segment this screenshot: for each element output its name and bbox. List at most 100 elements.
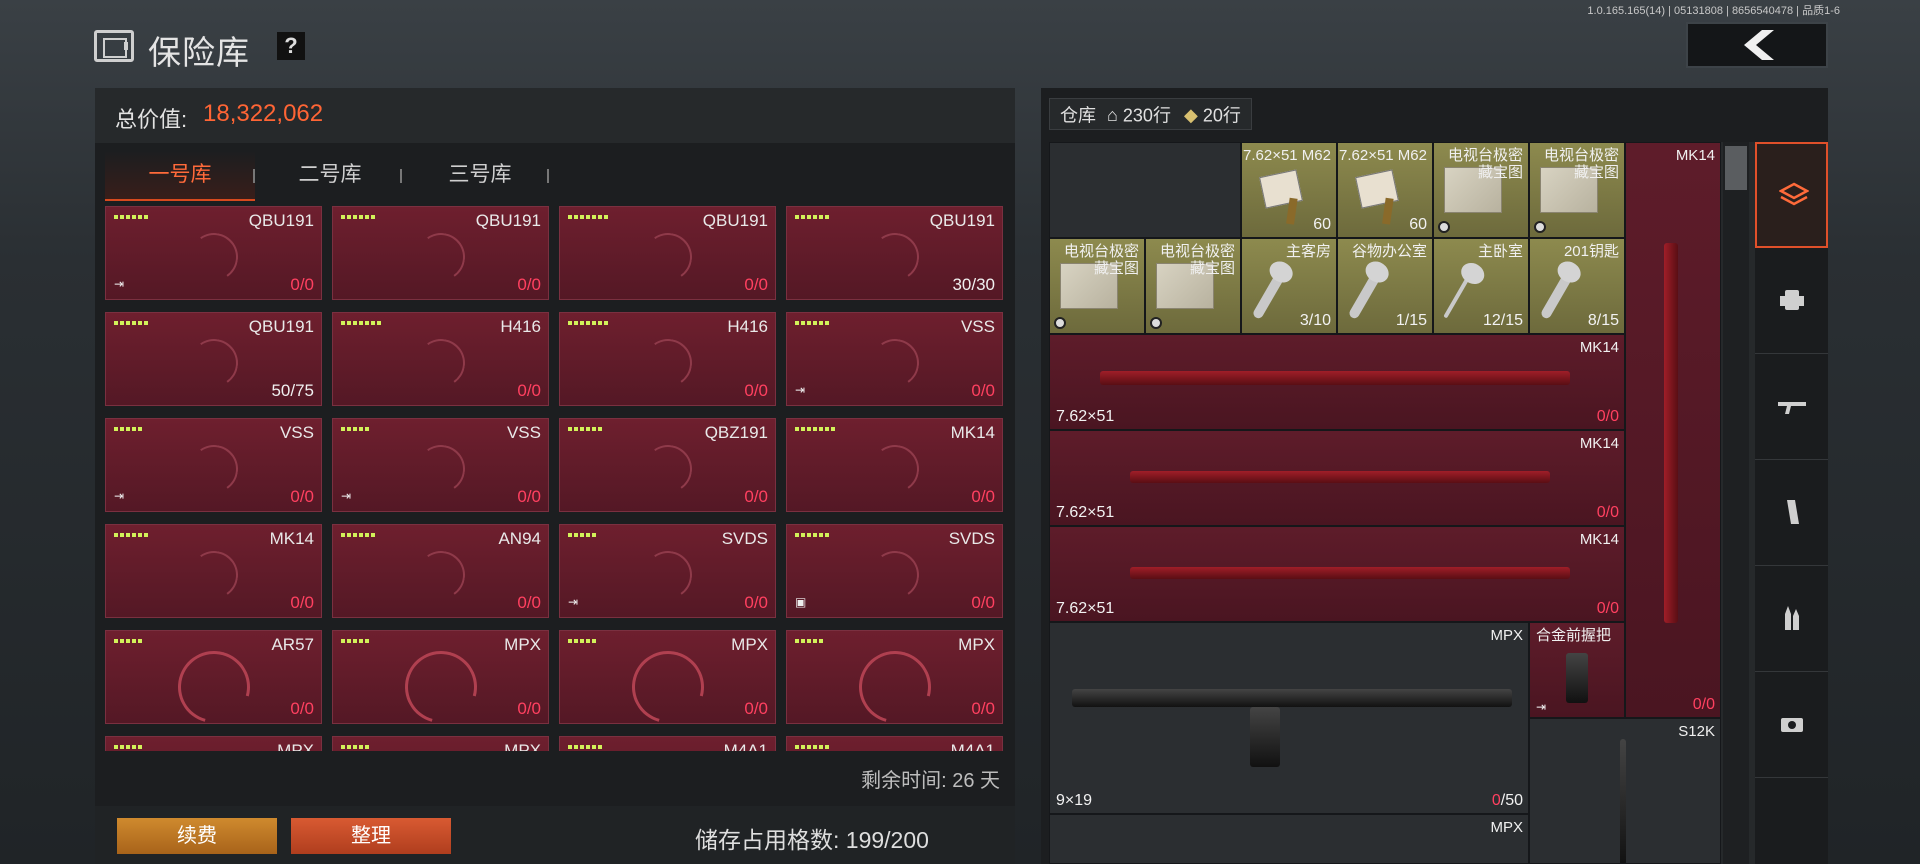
vault-card[interactable]: AR57 0/0 [105,630,322,737]
loading-ring-icon [640,547,696,603]
item-mpx[interactable]: MPX [1049,814,1529,864]
vault-card[interactable]: SVDS 0/0 ▣ [786,524,1003,618]
loading-ring-icon [640,441,696,497]
item-key[interactable]: 主卧室 12/15 [1433,238,1529,334]
tab-divider [400,169,402,183]
vault-card[interactable]: MK14 0/0 [786,418,1003,512]
vault-card[interactable]: H416 0/0 [559,312,776,406]
item-key[interactable]: 201钥匙 8/15 [1529,238,1625,334]
loading-ring-icon [186,335,242,391]
page-title: 保险库 [148,34,250,71]
vault-card[interactable]: VSS 0/0 ⇥ [786,312,1003,406]
card-weapon-name: AR57 [271,635,314,654]
vault-card[interactable]: M4A1 [786,736,1003,751]
category-all[interactable] [1755,142,1828,248]
vault-card[interactable]: QBU191 50/75 [105,312,322,406]
vault-card[interactable]: VSS 0/0 ⇥ [332,418,549,512]
vault-card[interactable]: QBU191 0/0 ⇥ [105,206,322,300]
category-magazine[interactable] [1755,460,1828,566]
vault-card[interactable]: QBU191 0/0 [332,206,549,300]
vault-card[interactable]: MPX 0/0 [786,630,1003,737]
vault-card[interactable]: MPX 0/0 [332,630,549,737]
card-count: 50/75 [271,381,314,400]
item-s12k[interactable]: S12K [1529,718,1721,864]
item-treasure-map[interactable]: 电视台极密 藏宝图 [1145,238,1241,334]
card-count: 0/0 [744,699,768,718]
item-name: MK14 [1579,435,1619,452]
card-weapon-name: QBZ191 [704,423,768,442]
warehouse-scrollbar[interactable] [1723,142,1749,864]
smg-image [1072,689,1512,707]
quality-dots [114,215,148,219]
item-mk14[interactable]: MK14 7.62×51 0/0 [1049,430,1625,526]
tab-vault-1[interactable]: 一号库 [105,151,255,201]
category-ammo[interactable] [1755,566,1828,672]
vault-card[interactable]: H416 0/0 [332,312,549,406]
card-count: 30/30 [952,275,995,294]
card-count: 0/0 [971,593,995,612]
tab-divider [547,169,549,183]
vault-card[interactable]: VSS 0/0 ⇥ [105,418,322,512]
scope-icon [1781,718,1803,732]
item-treasure-map[interactable]: 电视台极密 藏宝图 [1049,238,1145,334]
item-mk14[interactable]: MK14 7.62×51 0/0 [1049,526,1625,622]
loading-ring-icon [391,637,491,737]
timer-icon [1534,221,1546,233]
exit-icon: ⇥ [795,383,806,397]
quality-dots [568,745,602,749]
loading-ring-icon [413,335,469,391]
card-weapon-name: M4A1 [950,741,995,751]
item-key[interactable]: 谷物办公室 1/15 [1337,238,1433,334]
item-alloy-grip[interactable]: 合金前握把 ⇥ [1529,622,1625,718]
item-mpx[interactable]: MPX 9×19 0/50 [1049,622,1529,814]
help-button[interactable]: ? [277,32,305,60]
card-count: 0/0 [517,593,541,612]
card-weapon-name: H416 [500,317,541,336]
item-name: MPX [1490,627,1523,644]
scrollbar-thumb[interactable] [1725,146,1747,190]
back-button[interactable] [1686,22,1828,68]
quality-dots [341,745,369,749]
tab-vault-3[interactable]: 三号库 [405,151,555,199]
vault-card[interactable]: MPX 0/0 [559,630,776,737]
warehouse-label: 仓库 [1060,105,1096,126]
item-name: S12K [1678,723,1715,740]
item-name: 电视台极密 藏宝图 [1063,243,1139,277]
item-treasure-map[interactable]: 电视台极密 藏宝图 [1433,142,1529,238]
vault-card[interactable]: QBZ191 0/0 [559,418,776,512]
item-ammo-m62[interactable]: 7.62×51 M62 60 [1337,142,1433,238]
item-count: 12/15 [1482,312,1523,329]
loading-ring-icon [186,547,242,603]
category-armor[interactable] [1755,248,1828,354]
empty-slot[interactable] [1049,142,1241,238]
vault-card[interactable]: QBU191 0/0 [559,206,776,300]
item-treasure-map[interactable]: 电视台极密 藏宝图 [1529,142,1625,238]
item-mk14-vertical[interactable]: MK14 0/0 [1625,142,1721,718]
item-count: 0/0 [1692,696,1715,713]
category-rifle[interactable] [1755,354,1828,460]
vault-card[interactable]: M4A1 [559,736,776,751]
exit-icon: ⇥ [568,595,579,609]
grip-image [1566,653,1588,703]
exit-icon: ⇥ [114,489,125,503]
tab-vault-2[interactable]: 二号库 [255,151,405,199]
vault-card[interactable]: SVDS 0/0 ⇥ [559,524,776,618]
vault-card[interactable]: MK14 0/0 [105,524,322,618]
vault-card[interactable]: AN94 0/0 [332,524,549,618]
sort-button[interactable]: 整理 [291,818,451,854]
shotgun-image [1620,739,1626,863]
item-mk14[interactable]: MK14 7.62×51 0/0 [1049,334,1625,430]
key-icon [1347,269,1383,321]
item-name: 电视台极密 藏宝图 [1543,147,1619,181]
vault-card[interactable]: MPX [105,736,322,751]
renew-button[interactable]: 续费 [117,818,277,854]
item-ammo-m62[interactable]: 7.62×51 M62 60 [1241,142,1337,238]
item-key[interactable]: 主客房 3/10 [1241,238,1337,334]
category-scope[interactable] [1755,672,1828,778]
vault-card[interactable]: QBU191 30/30 [786,206,1003,300]
loading-ring-icon [867,547,923,603]
vault-card[interactable]: MPX [332,736,549,751]
card-weapon-name: QBU191 [475,211,541,230]
loading-ring-icon [867,229,923,285]
loading-ring-icon [867,335,923,391]
